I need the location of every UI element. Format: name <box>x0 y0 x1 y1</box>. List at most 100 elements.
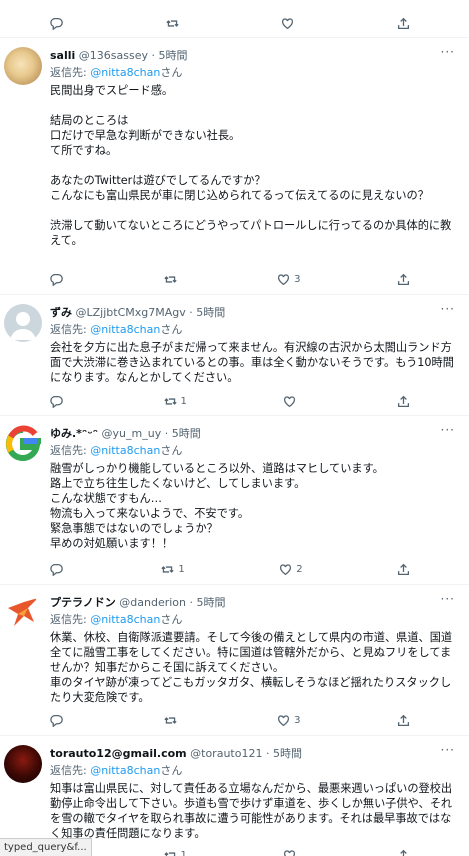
handle[interactable]: @danderion <box>119 596 186 609</box>
share-icon <box>400 849 407 856</box>
like-count: 2 <box>296 563 303 575</box>
handle[interactable]: @yu_m_uy <box>102 427 162 440</box>
like-action[interactable]: 3 <box>277 273 300 286</box>
avatar[interactable] <box>4 745 42 783</box>
display-name[interactable]: ゆみ.*ᵔᵕᵔ <box>50 427 98 440</box>
avatar[interactable] <box>4 594 42 632</box>
retweet-action[interactable]: 1 <box>163 395 187 408</box>
pteranodon-avatar-icon <box>8 598 38 626</box>
timestamp[interactable]: 5時間 <box>159 49 188 62</box>
more-icon[interactable]: ··· <box>441 423 455 437</box>
reply-to: 返信先: @nitta8chanさん <box>50 613 183 626</box>
share-action[interactable] <box>397 17 410 30</box>
tweet[interactable]: ずみ @LZjjbtCMxg7MAgv · 5時間 ··· 返信先: @nitt… <box>0 296 469 416</box>
tweet-header: ゆみ.*ᵔᵕᵔ @yu_m_uy · 5時間 <box>50 427 201 440</box>
retweet-count: 1 <box>180 395 187 407</box>
mention-link[interactable]: @nitta8chan <box>90 613 160 626</box>
reply-action[interactable] <box>50 395 67 408</box>
tweet-text: 知事は富山県民に、対して責任ある立場なんだから、最悪来週いっぱいの登校出勤停止命… <box>50 782 453 840</box>
more-icon[interactable]: ··· <box>441 743 455 757</box>
like-action[interactable]: 2 <box>279 563 303 576</box>
handle[interactable]: @LZjjbtCMxg7MAgv <box>76 306 186 319</box>
retweet-action[interactable] <box>163 273 181 286</box>
retweet-icon <box>163 851 176 856</box>
heart-icon <box>282 17 294 29</box>
retweet-icon <box>163 716 177 724</box>
more-icon[interactable]: ··· <box>441 45 455 59</box>
reply-to: 返信先: @nitta8chanさん <box>50 444 183 457</box>
retweet-icon <box>163 275 177 283</box>
handle[interactable]: @torauto121 <box>190 747 262 760</box>
display-name[interactable]: salli <box>50 49 75 62</box>
partial-tweet[interactable] <box>0 0 469 38</box>
tweet-header: salli @136sassey · 5時間 <box>50 49 188 62</box>
tweet[interactable]: salli @136sassey · 5時間 ··· 返信先: @nitta8c… <box>0 39 469 295</box>
handle[interactable]: @136sassey <box>79 49 148 62</box>
reply-action[interactable] <box>50 273 67 286</box>
avatar[interactable] <box>4 425 42 463</box>
reply-action[interactable] <box>50 17 63 30</box>
tweet-actions: 1 2 <box>50 561 410 577</box>
like-action[interactable] <box>283 395 300 408</box>
tweet[interactable]: プテラノドン @danderion · 5時間 ··· 返信先: @nitta8… <box>0 586 469 736</box>
display-name[interactable]: torauto12@gmail.com <box>50 747 187 760</box>
mention-link[interactable]: @nitta8chan <box>90 323 160 336</box>
retweet-count: 1 <box>180 849 187 856</box>
retweet-action[interactable]: 1 <box>163 849 187 856</box>
tweet-text: 会社を夕方に出た息子がまだ帰って来ません。有沢線の古沢から太閤山ランド方面で大渋… <box>50 341 454 384</box>
like-action[interactable] <box>281 17 294 30</box>
reply-icon <box>50 17 63 30</box>
tweet-text: 休業、休校、自衛隊派遣要請。そして今後の備えとして県内の市道、県道、国道全てに融… <box>50 631 453 704</box>
heart-icon <box>280 563 292 575</box>
retweet-action[interactable] <box>166 17 179 30</box>
share-action[interactable] <box>397 563 410 576</box>
retweet-icon <box>166 19 179 27</box>
more-icon[interactable]: ··· <box>441 592 455 606</box>
mention-link[interactable]: @nitta8chan <box>90 444 160 457</box>
like-action[interactable]: 3 <box>277 714 300 727</box>
retweet-action[interactable]: 1 <box>161 563 185 576</box>
timestamp[interactable]: 5時間 <box>172 427 201 440</box>
reply-icon <box>50 563 63 576</box>
timestamp[interactable]: 5時間 <box>197 596 226 609</box>
tweet-actions: 1 <box>50 847 410 856</box>
share-icon <box>397 714 409 726</box>
tweet-actions: 3 <box>50 271 410 287</box>
like-action[interactable] <box>283 849 300 856</box>
heart-icon <box>278 714 290 726</box>
default-avatar-icon <box>10 312 36 340</box>
mention-link[interactable]: @nitta8chan <box>90 66 160 79</box>
display-name[interactable]: ずみ <box>50 306 72 319</box>
display-name[interactable]: プテラノドン <box>50 596 116 609</box>
reply-icon <box>50 714 63 727</box>
more-icon[interactable]: ··· <box>441 302 455 316</box>
reply-to: 返信先: @nitta8chanさん <box>50 66 183 79</box>
tweet[interactable]: ゆみ.*ᵔᵕᵔ @yu_m_uy · 5時間 ··· 返信先: @nitta8c… <box>0 417 469 585</box>
share-action[interactable] <box>397 395 410 408</box>
share-icon <box>397 395 409 407</box>
share-action[interactable] <box>397 714 410 727</box>
mention-link[interactable]: @nitta8chan <box>90 764 160 777</box>
timestamp[interactable]: 5時間 <box>273 747 302 760</box>
reply-to: 返信先: @nitta8chanさん <box>50 764 183 777</box>
timestamp[interactable]: 5時間 <box>196 306 225 319</box>
browser-status-bar: typed_query&f... <box>0 838 92 856</box>
share-action[interactable] <box>397 849 410 856</box>
like-count: 3 <box>294 714 301 726</box>
share-action[interactable] <box>397 273 410 286</box>
tweet-header: torauto12@gmail.com @torauto121 · 5時間 <box>50 747 302 760</box>
tweet-text: 融雪がしっかり機能しているところ以外、道路はマヒしています。 路上で立ち往生した… <box>50 462 384 550</box>
heart-icon <box>278 273 290 285</box>
avatar[interactable] <box>4 304 42 342</box>
reply-action[interactable] <box>50 563 67 576</box>
retweet-icon <box>161 565 175 573</box>
tweet-actions: 1 <box>50 393 410 409</box>
tweet-actions <box>50 15 410 31</box>
like-count: 3 <box>294 273 301 285</box>
tweet-header: プテラノドン @danderion · 5時間 <box>50 596 226 609</box>
avatar[interactable] <box>4 47 42 85</box>
retweet-action[interactable] <box>163 714 181 727</box>
reply-action[interactable] <box>50 714 67 727</box>
share-icon <box>397 563 409 575</box>
tweet-header: ずみ @LZjjbtCMxg7MAgv · 5時間 <box>50 306 226 319</box>
